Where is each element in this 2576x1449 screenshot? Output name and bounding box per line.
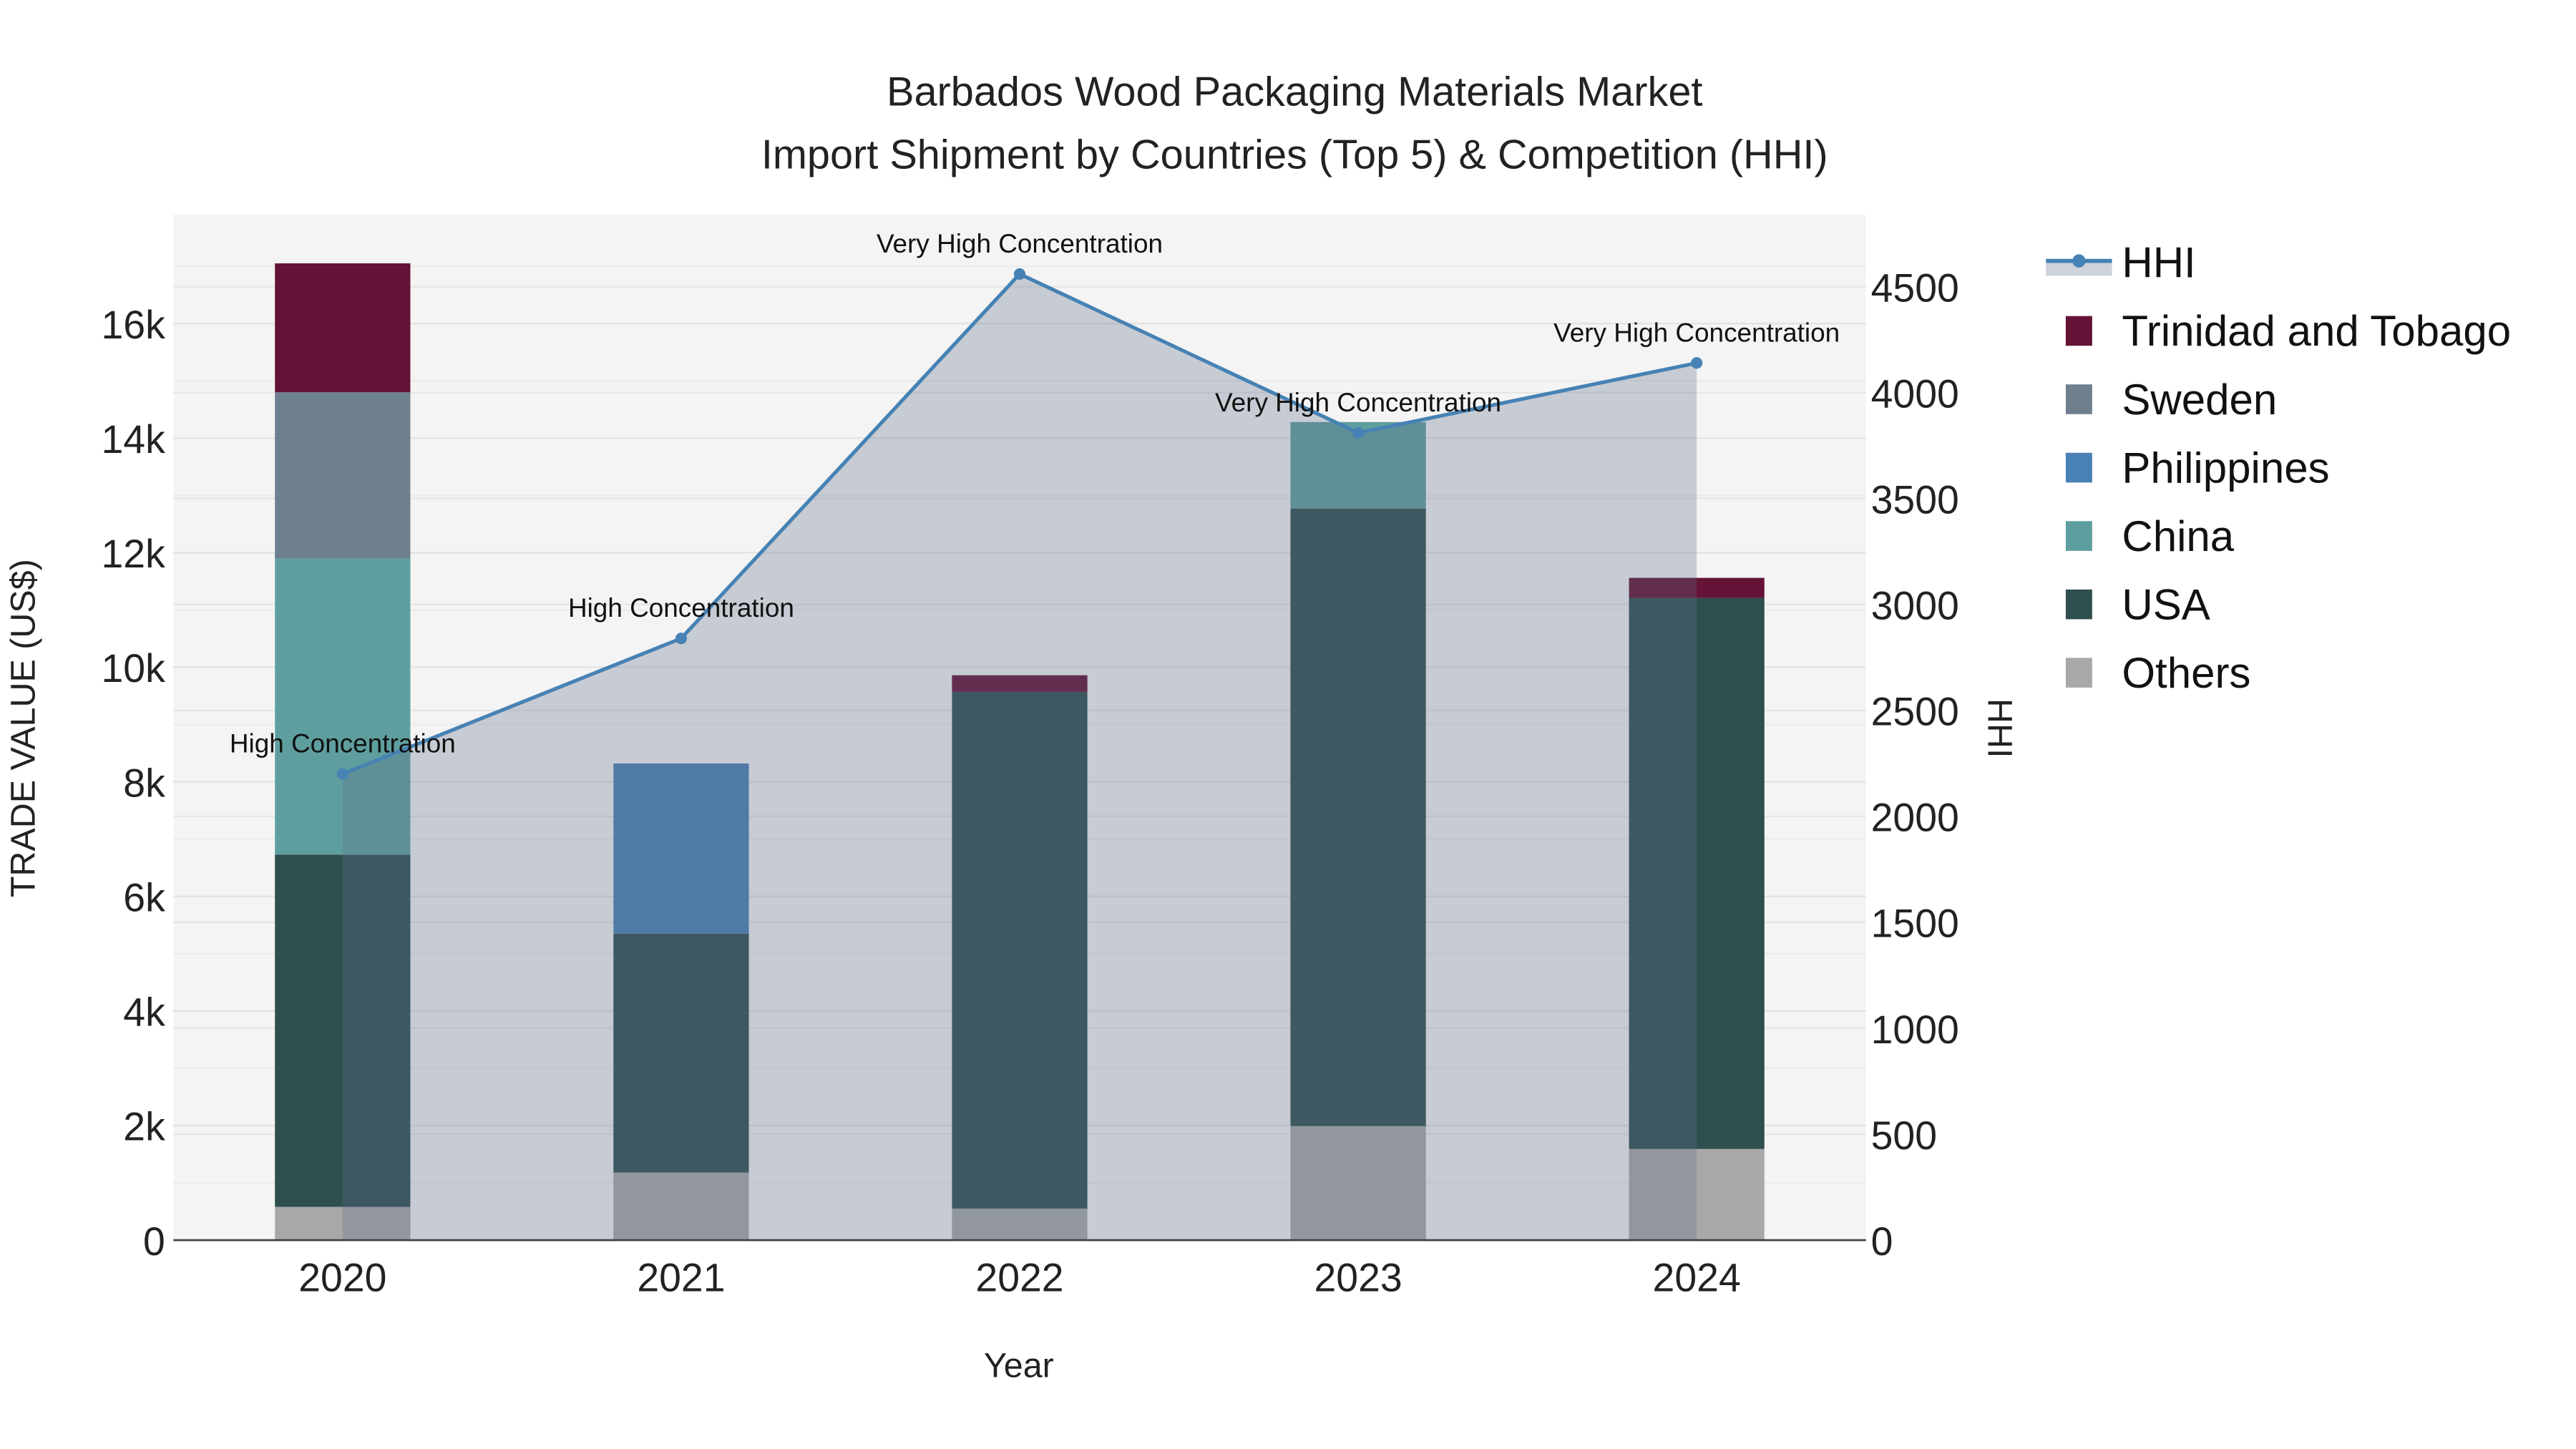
y-axis-title: TRADE VALUE (US$) bbox=[4, 559, 42, 897]
x-tick-label: 2024 bbox=[1653, 1256, 1741, 1300]
y2-axis-title: HHI bbox=[1980, 698, 2019, 758]
y2-tick-label: 1500 bbox=[1871, 902, 1959, 946]
hhi-annotation: High Concentration bbox=[230, 729, 456, 758]
legend-swatch-others bbox=[2065, 658, 2092, 688]
legend-label[interactable]: China bbox=[2122, 512, 2234, 560]
legend-label[interactable]: Sweden bbox=[2122, 376, 2277, 424]
hhi-annotation: Very High Concentration bbox=[877, 229, 1163, 258]
y2-tick-label: 3500 bbox=[1871, 478, 1959, 522]
y2-tick-label: 2000 bbox=[1871, 796, 1959, 840]
hhi-annotation: High Concentration bbox=[568, 593, 794, 623]
legend-swatch-usa bbox=[2065, 589, 2092, 620]
y2-tick-label: 0 bbox=[1871, 1219, 1893, 1264]
x-tick-label: 2022 bbox=[975, 1256, 1063, 1300]
legend-swatch-trinidad-and-tobago bbox=[2065, 316, 2092, 346]
y-tick-label: 6k bbox=[123, 875, 165, 919]
hhi-point-2021[interactable] bbox=[675, 633, 687, 645]
legend-hhi-marker bbox=[2072, 254, 2086, 268]
y-tick-label: 0 bbox=[143, 1219, 165, 1264]
legend-label[interactable]: Philippines bbox=[2122, 444, 2329, 492]
bar-sweden-2020[interactable] bbox=[275, 392, 411, 559]
legend-label[interactable]: Others bbox=[2122, 649, 2250, 697]
hhi-point-2020[interactable] bbox=[336, 768, 348, 780]
chart: High Concentration High Concentration Very… bbox=[4, 69, 2511, 1385]
y-tick-label: 4k bbox=[123, 990, 165, 1035]
legend-label[interactable]: Trinidad and Tobago bbox=[2122, 307, 2511, 355]
x-tick-label: 2023 bbox=[1314, 1256, 1402, 1300]
legend-swatch-philippines bbox=[2065, 452, 2092, 483]
y2-tick-label: 500 bbox=[1871, 1113, 1937, 1158]
y-tick-label: 8k bbox=[123, 761, 165, 805]
hhi-annotation: Very High Concentration bbox=[1553, 318, 1840, 347]
chart-title-line1: Barbados Wood Packaging Materials Market bbox=[887, 69, 1702, 115]
legend-label[interactable]: USA bbox=[2122, 580, 2210, 628]
legend-swatch-china bbox=[2065, 521, 2092, 551]
y2-tick-label: 4500 bbox=[1871, 265, 1959, 310]
x-tick-label: 2021 bbox=[637, 1256, 725, 1300]
bar-trinidad-and-tobago-2020[interactable] bbox=[275, 263, 411, 393]
x-axis-title: Year bbox=[984, 1347, 1054, 1385]
x-tick-label: 2020 bbox=[298, 1256, 386, 1300]
legend: HHI Trinidad and Tobago Sweden Philippines C… bbox=[2046, 239, 2511, 697]
y2-tick-label: 4000 bbox=[1871, 371, 1959, 416]
legend-label[interactable]: HHI bbox=[2122, 239, 2195, 287]
legend-swatch-sweden bbox=[2065, 384, 2092, 414]
y-tick-label: 10k bbox=[101, 646, 165, 691]
y-tick-label: 12k bbox=[101, 532, 165, 576]
hhi-annotation: Very High Concentration bbox=[1215, 388, 1501, 417]
chart-title-line2: Import Shipment by Countries (Top 5) & C… bbox=[761, 132, 1828, 177]
y-tick-label: 2k bbox=[123, 1105, 165, 1149]
y2-tick-label: 3000 bbox=[1871, 584, 1959, 628]
hhi-point-2023[interactable] bbox=[1352, 426, 1365, 439]
y-tick-label: 14k bbox=[101, 417, 165, 462]
hhi-point-2022[interactable] bbox=[1013, 268, 1026, 280]
y2-tick-label: 2500 bbox=[1871, 690, 1959, 734]
y-tick-label: 16k bbox=[101, 303, 165, 347]
y2-tick-label: 1000 bbox=[1871, 1008, 1959, 1052]
hhi-point-2024[interactable] bbox=[1691, 357, 1703, 369]
